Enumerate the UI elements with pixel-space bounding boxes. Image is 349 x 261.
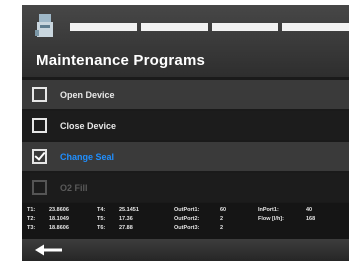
menu-item-close-device[interactable]: Close Device (22, 111, 349, 140)
header-bar: Maintenance Programs (22, 5, 349, 77)
device-screen: Maintenance Programs Open Device Close D… (22, 5, 349, 261)
readout-row: T1: 23.8606 (27, 206, 69, 215)
progress-indicator (70, 23, 349, 31)
sensor-readouts: T1: 23.8606 T2: 18.1049 T3: 18.8606 T4: 25.1… (22, 203, 349, 239)
readout-row: OutPort1: 60 (174, 206, 226, 215)
readout-value: 18.1049 (49, 216, 69, 222)
readout-row: T6: 27.88 (97, 224, 139, 233)
readout-row: Flow [l/h]: 168 (258, 215, 315, 224)
checkbox[interactable] (32, 118, 47, 133)
readout-key: T3: (27, 225, 36, 231)
readout-column: T4: 25.1451 T5: 17.36 T6: 27.88 (97, 206, 139, 233)
progress-segment (140, 23, 208, 31)
menu-item-label: Change Seal (60, 151, 115, 162)
readout-value: 17.36 (119, 216, 133, 222)
device-icon (35, 14, 53, 37)
menu-item-change-seal[interactable]: Change Seal (22, 142, 349, 171)
footer-bar (22, 239, 349, 261)
readout-key: OutPort2: (174, 216, 200, 222)
readout-key: OutPort3: (174, 225, 200, 231)
menu-item-label: Close Device (60, 120, 117, 131)
readout-value: 60 (220, 207, 227, 213)
menu-item-o2-fill[interactable]: O2 Fill (22, 173, 349, 202)
readout-key: Flow [l/h]: (258, 216, 284, 222)
readout-value: 2 (220, 225, 224, 231)
readout-key: T4: (97, 207, 106, 213)
readout-key: T5: (97, 216, 106, 222)
readout-value: 18.8606 (49, 225, 69, 231)
readout-key: InPort1: (258, 207, 279, 213)
readout-row: T5: 17.36 (97, 215, 139, 224)
readout-row: OutPort2: 2 (174, 215, 226, 224)
progress-segment (282, 23, 349, 31)
checkbox-checked[interactable] (32, 149, 47, 164)
readout-key: T1: (27, 207, 36, 213)
readout-key: T6: (97, 225, 106, 231)
readout-key: T2: (27, 216, 36, 222)
readout-row: T2: 18.1049 (27, 215, 69, 224)
checkbox[interactable] (32, 180, 47, 195)
progress-segment (211, 23, 279, 31)
readout-key: OutPort1: (174, 207, 200, 213)
readout-value: 168 (306, 216, 316, 222)
readout-column: OutPort1: 60 OutPort2: 2 OutPort3: 2 (174, 206, 226, 233)
readout-row: T3: 18.8606 (27, 224, 69, 233)
checkbox[interactable] (32, 87, 47, 102)
readout-value: 25.1451 (119, 207, 139, 213)
readout-column: T1: 23.8606 T2: 18.1049 T3: 18.8606 (27, 206, 69, 233)
readout-value: 27.88 (119, 225, 133, 231)
readout-column: InPort1: 40 Flow [l/h]: 168 (258, 206, 315, 224)
page-title: Maintenance Programs (36, 52, 206, 69)
readout-value: 23.8606 (49, 207, 69, 213)
progress-segment (70, 23, 137, 31)
menu-item-label: O2 Fill (60, 182, 88, 193)
readout-row: OutPort3: 2 (174, 224, 226, 233)
readout-row: T4: 25.1451 (97, 206, 139, 215)
readout-row: InPort1: 40 (258, 206, 315, 215)
menu-item-open-device[interactable]: Open Device (22, 80, 349, 109)
readout-value: 2 (220, 216, 224, 222)
menu-item-label: Open Device (60, 89, 115, 100)
back-arrow-icon[interactable] (34, 243, 64, 257)
readout-value: 40 (306, 207, 313, 213)
checkmark-icon (34, 149, 46, 161)
